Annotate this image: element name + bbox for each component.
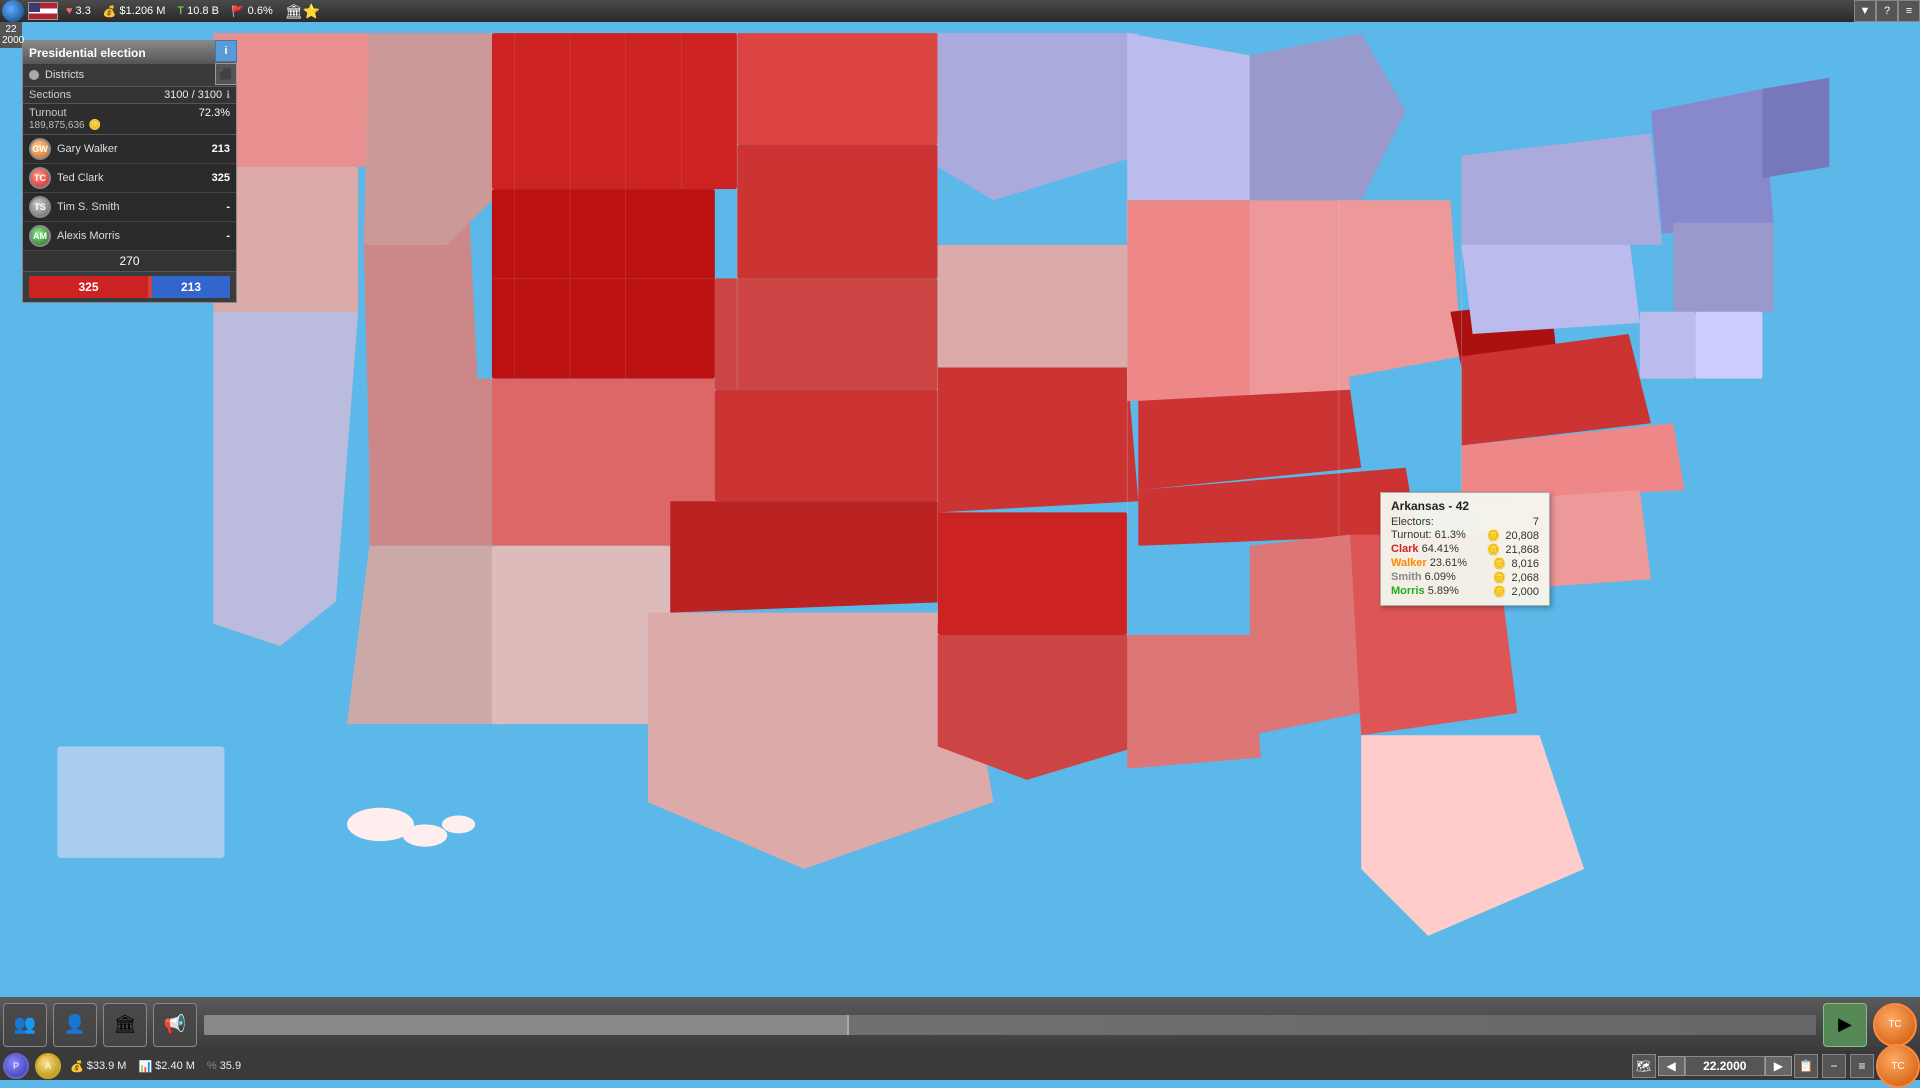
people-button[interactable]: 👥 bbox=[3, 1003, 47, 1047]
clark-avatar: TC bbox=[29, 167, 51, 189]
expenses-icon: 📊 bbox=[138, 1060, 152, 1073]
tooltip-morris: Morris 5.89% 🪙 2,000 bbox=[1391, 585, 1539, 598]
money-icon: 💰 bbox=[103, 5, 117, 18]
coin-icon: 🪙 bbox=[89, 120, 101, 131]
filter-button[interactable]: ▼ bbox=[1854, 0, 1876, 22]
left-panel: Presidential election ✕ Districts + Sect… bbox=[22, 40, 237, 303]
tooltip-smith: Smith 6.09% 🪙 2,068 bbox=[1391, 571, 1539, 584]
turnout-row: Turnout 72.3% 189,875,636 🪙 bbox=[23, 104, 236, 135]
zoom-in-button[interactable]: ≡ bbox=[1850, 1054, 1874, 1078]
coin-stat-icon: 💰 bbox=[70, 1060, 84, 1073]
person-button[interactable]: 👤 bbox=[53, 1003, 97, 1047]
money-stat: 💰 $1.206 M bbox=[103, 5, 166, 18]
info-panel-button[interactable]: i bbox=[215, 40, 237, 62]
zoom-out-button[interactable]: − bbox=[1822, 1054, 1846, 1078]
flag-stat-icon: 🚩 bbox=[231, 5, 245, 18]
menu-button[interactable]: ≡ bbox=[1898, 0, 1920, 22]
electoral-bar: 325 213 bbox=[29, 276, 230, 298]
approval-stat-icon: % bbox=[207, 1060, 217, 1072]
flag-icon bbox=[28, 2, 58, 20]
treasury-stat: T 10.8 B bbox=[177, 5, 219, 17]
money-display: 💰 $33.9 M bbox=[70, 1060, 126, 1073]
tooltip-turnout: Turnout: 61.3% 🪙 20,808 bbox=[1391, 529, 1539, 542]
nav-controls: 🗺 ◀ 22.2000 ▶ 📋 − ≡ TC bbox=[1630, 1044, 1920, 1088]
help-button[interactable]: ? bbox=[1876, 0, 1898, 22]
speaker-button[interactable]: 📢 bbox=[153, 1003, 197, 1047]
next-turn-button[interactable]: ▶ bbox=[1823, 1003, 1867, 1047]
districts-row: Districts + bbox=[23, 64, 236, 87]
candidate-row-clark[interactable]: TC Ted Clark 325 bbox=[23, 164, 236, 193]
side-panel-icons: i ⬛ bbox=[215, 40, 237, 85]
panel-date: 22 2000 bbox=[0, 22, 22, 48]
electoral-blue-bar: 213 bbox=[152, 276, 230, 298]
approval-display: % 35.9 bbox=[207, 1060, 241, 1072]
treasury-icon: T bbox=[177, 5, 184, 17]
coin-icon: 🪙 bbox=[1487, 530, 1501, 542]
approval-stat: ♥ 3.3 bbox=[66, 5, 91, 17]
prev-turn-button[interactable]: ◀ bbox=[1658, 1056, 1685, 1076]
date-display: 22.2000 bbox=[1685, 1056, 1765, 1076]
flags-stat: 🚩 0.6% bbox=[231, 5, 273, 18]
candidate-row-morris[interactable]: AM Alexis Morris - bbox=[23, 222, 236, 251]
tooltip-title: Arkansas - 42 bbox=[1391, 499, 1539, 513]
top-bar: ♥ 3.3 💰 $1.206 M T 10.8 B 🚩 0.6% 🏛 ⭐ ▼ ?… bbox=[0, 0, 1920, 22]
candidate-row-smith[interactable]: TS Tim S. Smith - bbox=[23, 193, 236, 222]
electoral-red-bar: 325 bbox=[29, 276, 148, 298]
player-character-avatar[interactable]: TC bbox=[1876, 1044, 1920, 1088]
globe-icon[interactable] bbox=[2, 0, 24, 22]
state-tooltip: Arkansas - 42 Electors: 7 Turnout: 61.3%… bbox=[1380, 492, 1550, 606]
panel-header: Presidential election ✕ bbox=[23, 41, 236, 64]
tooltip-clark: Clark 64.41% 🪙 21,868 bbox=[1391, 543, 1539, 556]
district-circle-icon bbox=[29, 70, 39, 80]
candidate-row-walker[interactable]: GW Gary Walker 213 bbox=[23, 135, 236, 164]
expenses-display: 📊 $2.40 M bbox=[138, 1060, 194, 1073]
tooltip-electors-label: Electors: bbox=[1391, 516, 1434, 528]
building-icon: 🏛 bbox=[285, 3, 303, 20]
export-panel-button[interactable]: ⬛ bbox=[215, 63, 237, 85]
character-avatar[interactable]: TC bbox=[1873, 1003, 1917, 1047]
control-bar: P A 💰 $33.9 M 📊 $2.40 M % 35.9 🗺 ◀ 22.20… bbox=[0, 1052, 1920, 1080]
morris-avatar: AM bbox=[29, 225, 51, 247]
walker-avatar: GW bbox=[29, 138, 51, 160]
tooltip-electors-value: 7 bbox=[1533, 516, 1539, 528]
building-icon-stat: 🏛 ⭐ bbox=[285, 3, 320, 20]
usa-map-svg[interactable] bbox=[0, 22, 1920, 1025]
building-button[interactable]: 🏛 bbox=[103, 1003, 147, 1047]
timeline bbox=[204, 1015, 1816, 1035]
map-area: Arkansas - 42 Electors: 7 Turnout: 61.3%… bbox=[0, 22, 1920, 1025]
player-avatar[interactable]: P bbox=[3, 1053, 29, 1079]
map-view-button[interactable]: 🗺 bbox=[1632, 1054, 1656, 1078]
next-turn-nav-button[interactable]: ▶ bbox=[1765, 1056, 1792, 1076]
top-bar-right: ▼ ? ≡ bbox=[1854, 0, 1920, 22]
advisor-avatar[interactable]: A bbox=[35, 1053, 61, 1079]
tooltip-walker: Walker 23.61% 🪙 8,016 bbox=[1391, 557, 1539, 570]
sections-row: Sections 3100 / 3100 ℹ bbox=[23, 87, 236, 104]
smith-avatar: TS bbox=[29, 196, 51, 218]
star-icon: ⭐ bbox=[303, 3, 320, 20]
tooltip-electors: Electors: 7 bbox=[1391, 516, 1539, 528]
sections-info-button[interactable]: ℹ bbox=[226, 90, 230, 101]
list-view-button[interactable]: 📋 bbox=[1794, 1054, 1818, 1078]
approval-icon: ♥ bbox=[66, 5, 73, 17]
electoral-threshold: 270 bbox=[23, 251, 236, 272]
